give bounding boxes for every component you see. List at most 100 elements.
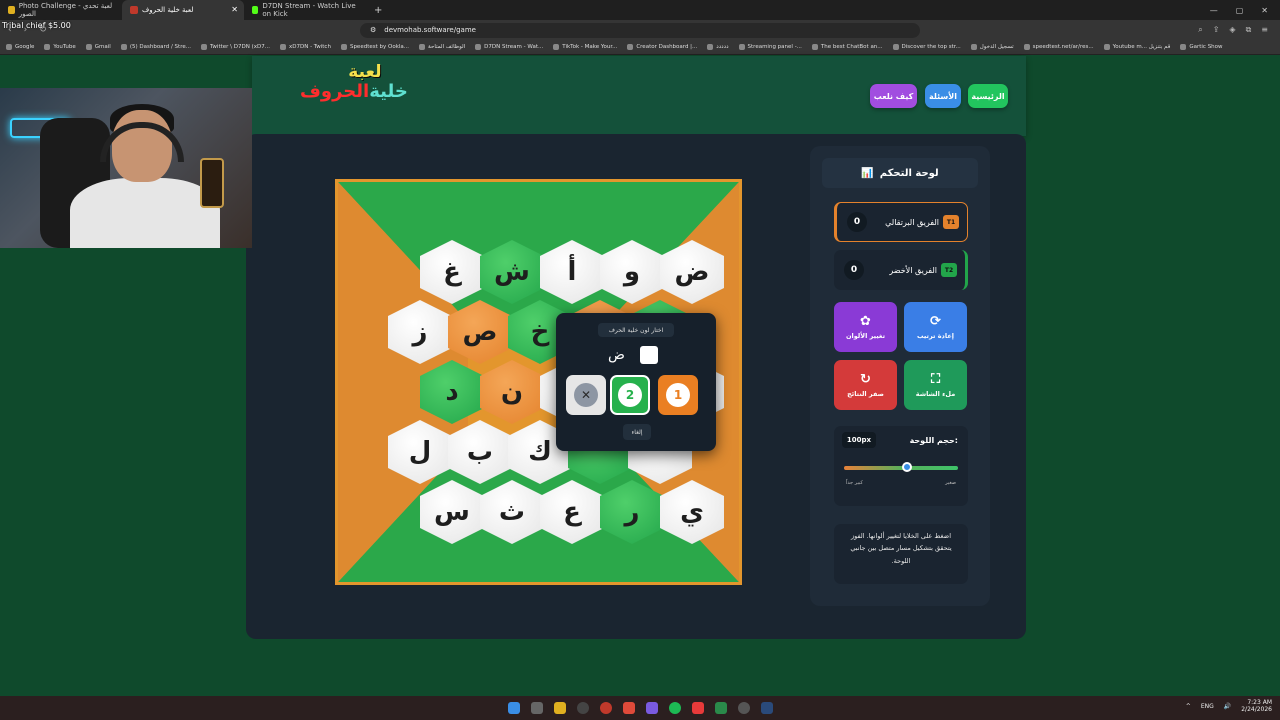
green-team-button[interactable]: 2 [610, 375, 650, 415]
cancel-button[interactable]: إلغاء [623, 424, 651, 440]
tab-d7dn-stream[interactable]: D7DN Stream - Watch Live on Kick [244, 0, 366, 20]
url-bar[interactable]: ⚙ devmohab.software/game [360, 22, 920, 38]
bookmark-item[interactable]: Gmail [85, 44, 111, 50]
bookmark-favicon-icon [120, 44, 127, 50]
clear-x-icon: ✕ [574, 383, 598, 407]
nav-home-button[interactable]: الرئيسية [968, 84, 1008, 108]
team1-number: 1 [666, 383, 690, 407]
green-team-label: الفريق الأخضر T2 [889, 263, 957, 277]
bookmark-item[interactable]: Streaming panel -... [738, 44, 802, 50]
zoom-icon[interactable]: ⌕ [1198, 25, 1202, 35]
bookmark-label: Gmail [94, 44, 111, 50]
bookmark-favicon-icon [738, 44, 745, 50]
bookmark-favicon-icon [85, 44, 92, 50]
steam-icon[interactable] [760, 702, 773, 714]
reset-scores-button[interactable]: ↻ صفر النتائج [834, 360, 897, 410]
bookmark-item[interactable]: Speedtest by Ookla... [340, 44, 410, 50]
bookmark-label: Gartic Show [1189, 44, 1223, 50]
bookmark-favicon-icon [340, 44, 347, 50]
bookmark-item[interactable]: Discover the top str... [892, 44, 961, 50]
bookmark-item[interactable]: Twitter \ D7DN (xD7... [200, 44, 270, 50]
orange-team-name: الفريق البرتقالي [885, 217, 939, 227]
bookmark-label: xD7DN - Twitch [288, 44, 331, 50]
change-colors-button[interactable]: ✿ تغيير الألوان [834, 302, 897, 352]
bookmark-item[interactable]: D7DN Stream - Wat... [475, 44, 543, 50]
system-tray: ^ ENG 🔊 7:23 AM 2/24/2026 [1186, 699, 1272, 713]
site-info-icon[interactable]: ⚙ [370, 26, 376, 34]
brave-icon[interactable] [622, 702, 635, 714]
share-icon[interactable]: ⇪ [1213, 25, 1220, 35]
windows-taskbar: ^ ENG 🔊 7:23 AM 2/24/2026 [0, 696, 1280, 720]
size-large-label: كبير جداً [846, 480, 863, 486]
window-controls: — ▢ ✕ [1210, 6, 1280, 15]
size-small-label: صغير [945, 480, 956, 486]
tab-photo-challenge[interactable]: Photo Challenge - لعبة تحدي الصور [0, 0, 122, 20]
tab-label: Photo Challenge - لعبة تحدي الصور [18, 2, 113, 18]
orange-team-row[interactable]: 0 الفريق البرتقالي T1 [834, 202, 968, 242]
tab-label: لعبة خلية الحروف [142, 6, 194, 14]
app-icon[interactable] [576, 702, 589, 714]
bookmark-item[interactable]: Gartic Show [1180, 44, 1223, 50]
fullscreen-label: ملء الشاشة [915, 389, 956, 398]
maximize-icon[interactable]: ▢ [1236, 6, 1244, 15]
bookmark-favicon-icon [200, 44, 207, 50]
bookmark-favicon-icon [419, 44, 426, 50]
new-tab-button[interactable]: + [366, 5, 390, 16]
fullscreen-button[interactable]: ⛶ ملء الشاشة [904, 360, 967, 410]
volume-icon[interactable]: 🔊 [1224, 703, 1231, 710]
nav-how-to-play-button[interactable]: كيف نلعب [870, 84, 917, 108]
size-value: 100px [842, 432, 876, 448]
panel-title: لوحة التحكم [879, 167, 939, 179]
menu-icon[interactable]: ≡ [1261, 25, 1268, 35]
bookmark-item[interactable]: Youtube m... قم بتنزيل [1103, 44, 1170, 50]
orange-team-button[interactable]: 1 [658, 375, 698, 415]
size-slider-thumb[interactable] [901, 462, 912, 472]
bookmark-item[interactable]: Creator Dashboard |... [627, 44, 697, 50]
tray-chevron-icon[interactable]: ^ [1186, 703, 1191, 710]
file-explorer-icon[interactable] [553, 702, 566, 714]
size-label: حجم اللوحة: [909, 436, 958, 445]
bookmark-favicon-icon [627, 44, 634, 50]
clear-color-button[interactable]: ✕ [566, 375, 606, 415]
bookmark-item[interactable]: (5) Dashboard / Stre... [120, 44, 191, 50]
green-team-score: 0 [844, 260, 864, 280]
minimize-icon[interactable]: — [1210, 6, 1218, 15]
green-team-tag: T2 [941, 263, 957, 277]
orange-team-tag: T1 [943, 215, 959, 229]
bookmark-item[interactable]: ددددد [707, 44, 729, 50]
bookmark-item[interactable]: YouTube [44, 44, 76, 50]
bookmark-label: Speedtest by Ookla... [349, 44, 410, 50]
bookmark-item[interactable]: TikTok - Make Your... [553, 44, 617, 50]
spotify-icon[interactable] [668, 702, 681, 714]
bookmark-item[interactable]: تسجيل الدخول [970, 44, 1014, 50]
bookmark-favicon-icon [892, 44, 899, 50]
bookmark-item[interactable]: xD7DN - Twitch [279, 44, 331, 50]
start-icon[interactable] [507, 702, 520, 714]
bookmark-item[interactable]: الوظائف المتاحة [419, 44, 465, 50]
shield-icon[interactable]: ◈ [1229, 25, 1235, 35]
adobe-icon[interactable] [691, 702, 704, 714]
close-tab-icon[interactable]: ✕ [231, 5, 238, 14]
obs-icon[interactable] [737, 702, 750, 714]
shuffle-button[interactable]: ⟳ إعادة ترتيب [904, 302, 967, 352]
browser-actions: ⌕ ⇪ ◈ ⧉ ≡ [1198, 25, 1280, 35]
site-logo[interactable]: لعبة خليةالحروف [300, 64, 408, 101]
extensions-icon[interactable]: ⧉ [1246, 25, 1252, 35]
tab-letter-hive[interactable]: لعبة خلية الحروف ✕ [122, 0, 244, 20]
browser-icon[interactable] [599, 702, 612, 714]
bookmark-item[interactable]: The best ChatBot an... [811, 44, 883, 50]
tab-favicon-icon [252, 6, 259, 14]
close-window-icon[interactable]: ✕ [1261, 6, 1268, 15]
nav-questions-button[interactable]: الأسئلة [925, 84, 961, 108]
green-team-row[interactable]: 0 الفريق الأخضر T2 [834, 250, 968, 290]
bookmark-item[interactable]: Google [6, 44, 34, 50]
popup-title: اختار لون خلية الحرف [598, 323, 674, 337]
excel-icon[interactable] [714, 702, 727, 714]
search-icon[interactable] [530, 702, 543, 714]
bookmark-item[interactable]: speedtest.net/ar/res... [1023, 44, 1094, 50]
panel-header: 📊 لوحة التحكم [822, 158, 978, 188]
clock[interactable]: 7:23 AM 2/24/2026 [1241, 699, 1272, 713]
language-indicator[interactable]: ENG [1201, 703, 1214, 710]
discord-icon[interactable] [645, 702, 658, 714]
bookmark-favicon-icon [279, 44, 286, 50]
